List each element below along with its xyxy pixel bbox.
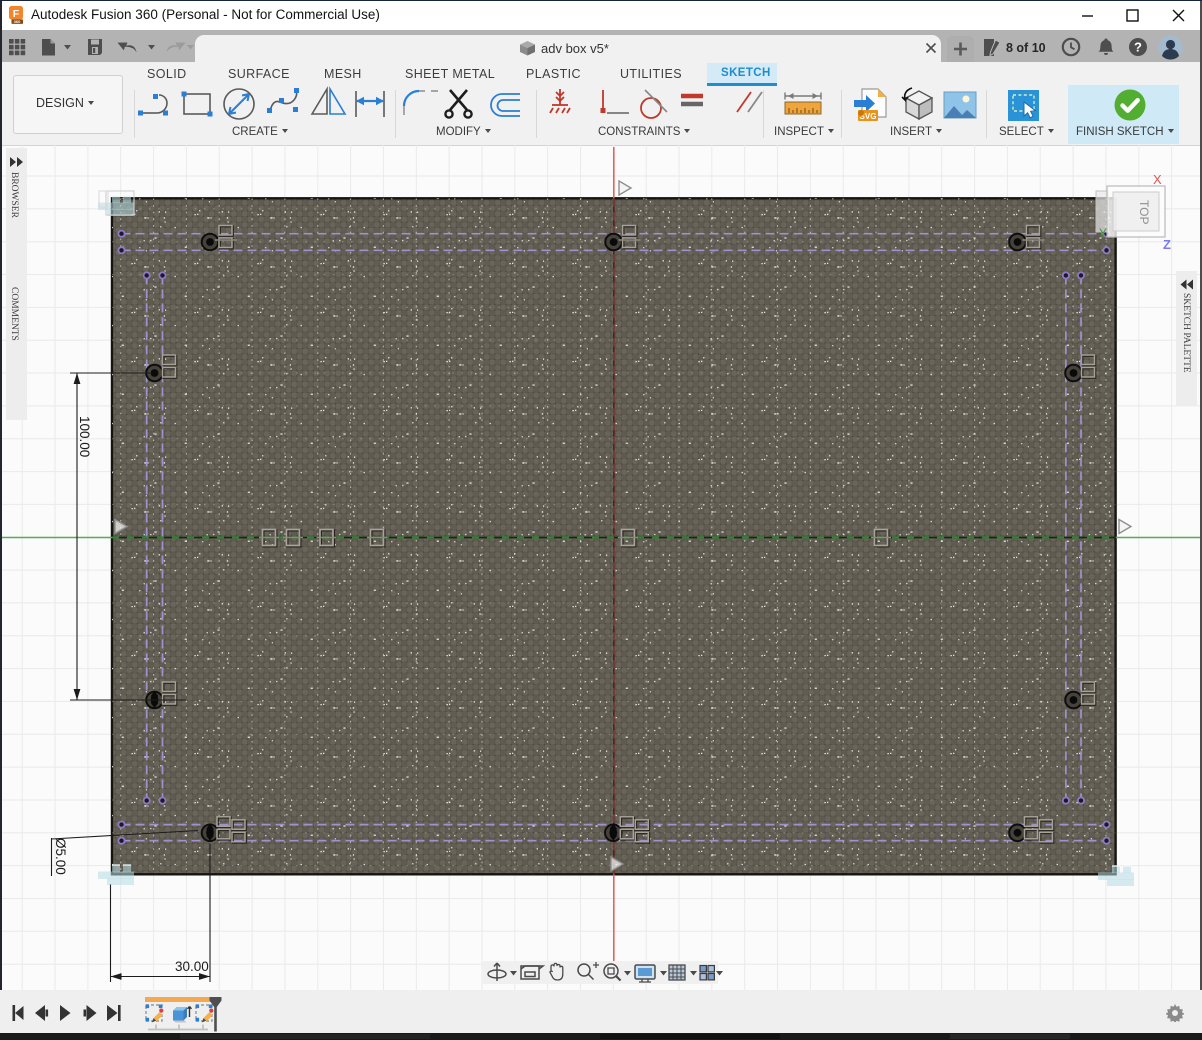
svg-text:X: X [1153,172,1162,187]
svg-text:Y: Y [1099,226,1107,240]
svg-text:?: ? [1134,40,1142,55]
svg-text:TOP: TOP [1137,200,1151,224]
svg-text:360: 360 [14,19,21,24]
svg-text:Z: Z [1163,237,1171,252]
svg-text:F: F [13,8,20,20]
svg-text:100.00: 100.00 [77,416,92,457]
svg-text:Ø5.00: Ø5.00 [53,838,68,875]
svg-text:30.00: 30.00 [175,959,209,974]
